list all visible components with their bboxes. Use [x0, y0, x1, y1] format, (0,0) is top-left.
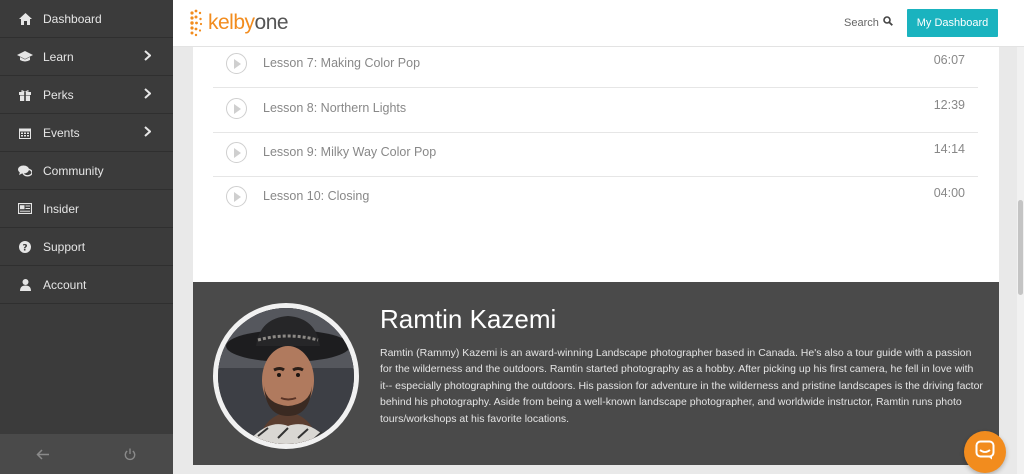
- lesson-row[interactable]: Lesson 9: Milky Way Color Pop 14:14: [213, 133, 978, 177]
- lesson-duration: 06:07: [933, 53, 965, 67]
- power-icon[interactable]: [87, 448, 174, 461]
- lesson-title[interactable]: Lesson 8: Northern Lights: [263, 101, 406, 115]
- sidebar-item-label: Perks: [43, 87, 74, 102]
- sidebar-footer: [0, 434, 173, 474]
- sidebar-item-label: Insider: [43, 201, 80, 216]
- sidebar-item-label: Support: [43, 239, 86, 254]
- lesson-row[interactable]: Lesson 10: Closing 04:00: [213, 177, 978, 221]
- page-scrollbar-thumb[interactable]: [1018, 200, 1023, 295]
- sidebar-item-label: Events: [43, 125, 80, 140]
- sidebar-item-account[interactable]: Account: [0, 266, 173, 304]
- sidebar-item-learn[interactable]: Learn: [0, 38, 173, 76]
- lesson-list: Lesson 7: Making Color Pop 06:07 Lesson …: [193, 47, 999, 282]
- chevron-right-icon: [144, 126, 152, 140]
- arrow-left-icon[interactable]: [0, 448, 87, 460]
- sidebar-item-support[interactable]: ? Support: [0, 228, 173, 266]
- sidebar-item-community[interactable]: Community: [0, 152, 173, 190]
- calendar-icon: [16, 127, 34, 139]
- sidebar-item-dashboard[interactable]: Dashboard: [0, 0, 173, 38]
- comments-icon: [16, 165, 34, 177]
- play-icon[interactable]: [226, 186, 247, 207]
- logo-text-kelby: kelby: [208, 11, 255, 34]
- sidebar-item-label: Account: [43, 277, 87, 292]
- chevron-right-icon: [144, 88, 152, 102]
- search-link[interactable]: Search: [844, 16, 893, 29]
- lesson-title[interactable]: Lesson 10: Closing: [263, 189, 369, 203]
- user-icon: [16, 278, 34, 291]
- my-dashboard-button[interactable]: My Dashboard: [907, 9, 998, 37]
- lesson-title[interactable]: Lesson 9: Milky Way Color Pop: [263, 145, 436, 159]
- sidebar-item-events[interactable]: Events: [0, 114, 173, 152]
- lesson-row[interactable]: Lesson 8: Northern Lights 12:39: [213, 89, 978, 133]
- newspaper-icon: [16, 203, 34, 214]
- chat-launcher-button[interactable]: [964, 431, 1006, 473]
- lesson-title[interactable]: Lesson 7: Making Color Pop: [263, 56, 420, 70]
- lesson-duration: 04:00: [933, 186, 965, 200]
- search-label: Search: [844, 16, 879, 29]
- instructor-bio: Ramtin (Rammy) Kazemi is an award-winnin…: [380, 347, 983, 425]
- lesson-row[interactable]: Lesson 7: Making Color Pop 06:07: [213, 44, 978, 88]
- logo-dots-icon: [190, 9, 203, 37]
- question-circle-icon: ?: [16, 240, 34, 253]
- sidebar: Dashboard Learn Perks Events Community I…: [0, 0, 173, 474]
- sidebar-item-insider[interactable]: Insider: [0, 190, 173, 228]
- instructor-section: Ramtin Kazemi Ramtin (Rammy) Kazemi is a…: [193, 282, 999, 465]
- play-icon[interactable]: [226, 53, 247, 74]
- sidebar-item-label: Dashboard: [43, 11, 102, 26]
- gift-icon: [16, 89, 34, 101]
- top-header: kelbyone Search My Dashboard: [173, 0, 1024, 47]
- sidebar-item-label: Learn: [43, 49, 74, 64]
- instructor-avatar: [213, 303, 359, 449]
- home-icon: [16, 12, 34, 25]
- logo-text-one: one: [254, 11, 289, 34]
- sidebar-item-perks[interactable]: Perks: [0, 76, 173, 114]
- svg-text:?: ?: [22, 243, 27, 253]
- lesson-duration: 14:14: [933, 142, 965, 156]
- kelbyone-logo[interactable]: kelbyone: [189, 9, 289, 37]
- graduation-cap-icon: [16, 50, 34, 63]
- lesson-duration: 12:39: [933, 98, 965, 112]
- search-icon: [883, 16, 893, 29]
- sidebar-item-label: Community: [43, 163, 104, 178]
- play-icon[interactable]: [226, 142, 247, 163]
- chat-icon: [975, 440, 995, 465]
- play-icon[interactable]: [226, 98, 247, 119]
- instructor-name: Ramtin Kazemi: [380, 304, 557, 334]
- chevron-right-icon: [144, 50, 152, 64]
